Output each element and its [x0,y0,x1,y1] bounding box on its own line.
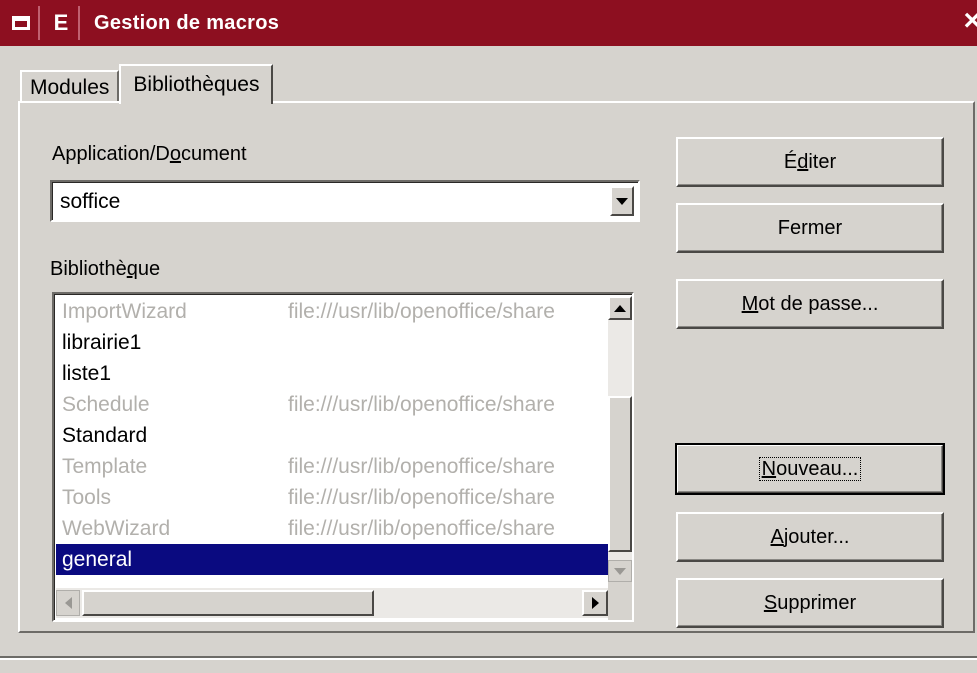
tab-bar: Modules Bibliothèques [20,62,274,104]
close-icon[interactable]: × [963,6,977,36]
dropdown-button[interactable] [610,186,634,216]
library-list[interactable]: ImportWizard file:///usr/lib/openoffice/… [52,292,634,622]
scroll-up-button[interactable] [608,296,632,320]
list-item[interactable]: Tools file:///usr/lib/openoffice/share [56,482,608,513]
new-button[interactable]: Nouveau... [675,443,945,495]
list-item[interactable]: Standard [56,420,608,451]
vertical-scrollbar[interactable] [608,296,632,582]
tab-modules[interactable]: Modules [20,70,120,102]
window-menu-button[interactable] [4,6,40,40]
delete-button[interactable]: Supprimer [676,578,944,628]
arrow-left-icon [64,597,72,609]
chevron-down-icon [616,197,628,205]
close-button[interactable]: Fermer [676,203,944,253]
scroll-right-button[interactable] [582,590,608,616]
app-icon: E [44,6,80,40]
scrollbar-corner [608,582,632,620]
list-item[interactable]: liste1 [56,358,608,389]
window-title: Gestion de macros [94,11,280,34]
edit-button[interactable]: Éditer [676,137,944,187]
list-item[interactable]: Schedule file:///usr/lib/openoffice/shar… [56,389,608,420]
horizontal-scroll-thumb[interactable] [82,590,374,616]
app-icon-letter: E [53,10,69,35]
scroll-down-button[interactable] [608,560,632,582]
list-item[interactable]: ImportWizard file:///usr/lib/openoffice/… [56,296,608,327]
arrow-right-icon [591,597,599,609]
app-document-label: Application/Document [52,143,247,165]
password-button[interactable]: Mot de passe... [676,279,944,329]
window-menu-icon [12,16,30,30]
divider-highlight [0,658,977,660]
app-document-value: soffice [60,190,121,213]
list-item-selected[interactable]: general [56,544,608,575]
list-item[interactable]: librairie1 [56,327,608,358]
scroll-left-button[interactable] [56,590,80,616]
list-item[interactable]: WebWizard file:///usr/lib/openoffice/sha… [56,513,608,544]
arrow-down-icon [614,567,626,575]
add-button[interactable]: Ajouter... [676,512,944,562]
title-bar: E Gestion de macros × [0,0,977,46]
vertical-scroll-thumb[interactable] [608,396,632,552]
arrow-up-icon [614,304,626,312]
tab-bibliotheques[interactable]: Bibliothèques [119,64,274,104]
app-document-select[interactable]: soffice [50,180,640,222]
horizontal-scrollbar[interactable] [56,588,608,618]
list-item[interactable]: Template file:///usr/lib/openoffice/shar… [56,451,608,482]
library-label: Bibliothèque [50,258,161,280]
